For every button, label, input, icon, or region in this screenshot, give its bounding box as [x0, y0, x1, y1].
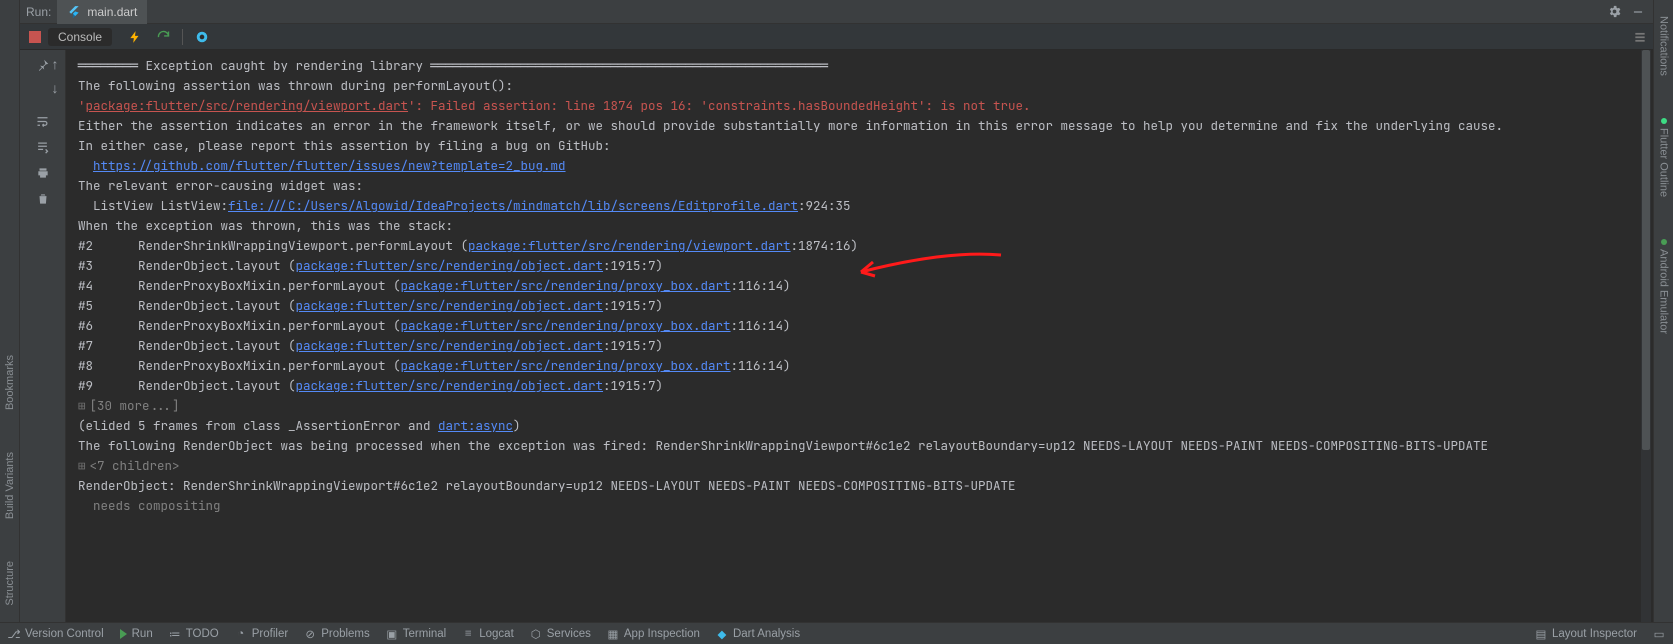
status-app-inspection[interactable]: ▦App Inspection [607, 628, 700, 640]
console-line: Either the assertion indicates an error … [78, 116, 1645, 136]
status-layout-inspector[interactable]: ▤Layout Inspector [1535, 628, 1637, 640]
status-terminal[interactable]: ▣Terminal [386, 628, 446, 640]
clear-icon[interactable] [34, 190, 52, 208]
console-line: RenderObject: RenderShrinkWrappingViewpo… [78, 476, 1645, 496]
console-line: needs compositing [78, 496, 1645, 516]
status-todo[interactable]: ≔TODO [169, 628, 219, 640]
console-line: The following assertion was thrown durin… [78, 76, 1645, 96]
stop-button[interactable] [26, 28, 44, 46]
rail-item-notifications[interactable]: Notifications [1658, 10, 1670, 82]
status-logcat[interactable]: ≡Logcat [462, 628, 514, 640]
expand-toolbar-icon[interactable] [1631, 28, 1649, 46]
console-line: #8 RenderProxyBoxMixin.performLayout (pa… [78, 356, 1645, 376]
console-line: ⊞[30 more...] [78, 396, 1645, 416]
console-line: ════════ Exception caught by rendering l… [78, 56, 1645, 76]
console-line: In either case, please report this asser… [78, 136, 1645, 156]
right-tool-rail: Notifications Flutter Outline Android Em… [1653, 0, 1673, 622]
console-line: 'package:flutter/src/rendering/viewport.… [78, 96, 1645, 116]
github-link[interactable]: https://github.com/flutter/flutter/issue… [93, 157, 566, 174]
console-line: #4 RenderProxyBoxMixin.performLayout (pa… [78, 276, 1645, 296]
scroll-to-end-icon[interactable] [34, 138, 52, 156]
rail-item-build-variants[interactable]: Build Variants [4, 446, 16, 525]
console-line: #2 RenderShrinkWrappingViewport.performL… [78, 236, 1645, 256]
print-icon[interactable] [34, 164, 52, 182]
down-arrow-icon[interactable]: ↓ [47, 80, 63, 96]
package-link[interactable]: package:flutter/src/rendering/object.dar… [296, 377, 604, 394]
rail-item-flutter-outline[interactable]: Flutter Outline [1658, 112, 1670, 203]
console-line: The relevant error-causing widget was: [78, 176, 1645, 196]
console-gutter [20, 50, 66, 622]
expand-toggle-icon[interactable]: ⊞ [78, 457, 86, 474]
console-line: When the exception was thrown, this was … [78, 216, 1645, 236]
package-link[interactable]: package:flutter/src/rendering/viewport.d… [86, 97, 409, 114]
status-run[interactable]: Run [120, 628, 153, 640]
console-line: #5 RenderObject.layout (package:flutter/… [78, 296, 1645, 316]
run-tab-label: main.dart [87, 5, 137, 19]
console-output[interactable]: ════════ Exception caught by rendering l… [66, 50, 1653, 622]
devtools-icon[interactable] [193, 28, 211, 46]
console-tab[interactable]: Console [48, 28, 112, 46]
file-link[interactable]: file:///C:/Users/Algowid/IdeaProjects/mi… [228, 197, 798, 214]
vertical-scrollbar[interactable] [1641, 50, 1651, 622]
dart-async-link[interactable]: dart:async [438, 417, 513, 434]
status-bar: ⎇Version Control Run ≔TODO ◔Profiler ⊘Pr… [0, 622, 1673, 644]
status-dart-analysis[interactable]: ◆Dart Analysis [716, 628, 800, 640]
status-version-control[interactable]: ⎇Version Control [8, 628, 104, 640]
settings-icon[interactable] [1605, 3, 1623, 21]
console-line: https://github.com/flutter/flutter/issue… [78, 156, 1645, 176]
console-line: (elided 5 frames from class _AssertionEr… [78, 416, 1645, 436]
status-problems[interactable]: ⊘Problems [304, 628, 370, 640]
package-link[interactable]: package:flutter/src/rendering/proxy_box.… [401, 317, 731, 334]
expand-toggle-icon[interactable]: ⊞ [78, 397, 86, 414]
play-icon [120, 629, 127, 639]
rail-item-bookmarks[interactable]: Bookmarks [4, 349, 16, 416]
run-topbar: Run: main.dart [20, 0, 1653, 24]
console-nav-gutter: ↑ ↓ [44, 50, 66, 96]
console-line: ⊞<7 children> [78, 456, 1645, 476]
hot-reload-icon[interactable] [126, 28, 144, 46]
hot-restart-icon[interactable] [154, 28, 172, 46]
console-line: #9 RenderObject.layout (package:flutter/… [78, 376, 1645, 396]
scrollbar-thumb[interactable] [1642, 50, 1650, 450]
rail-item-android-emulator[interactable]: Android Emulator [1658, 233, 1670, 340]
package-link[interactable]: package:flutter/src/rendering/object.dar… [296, 297, 604, 314]
package-link[interactable]: package:flutter/src/rendering/proxy_box.… [401, 357, 731, 374]
package-link[interactable]: package:flutter/src/rendering/object.dar… [296, 337, 604, 354]
console-line: #6 RenderProxyBoxMixin.performLayout (pa… [78, 316, 1645, 336]
flutter-icon [67, 5, 81, 19]
up-arrow-icon[interactable]: ↑ [47, 56, 63, 72]
status-services[interactable]: ⬡Services [530, 628, 591, 640]
package-link[interactable]: package:flutter/src/rendering/object.dar… [296, 257, 604, 274]
rail-item-structure[interactable]: Structure [4, 555, 16, 612]
package-link[interactable]: package:flutter/src/rendering/proxy_box.… [401, 277, 731, 294]
status-profiler[interactable]: ◔Profiler [235, 628, 288, 640]
package-link[interactable]: package:flutter/src/rendering/viewport.d… [468, 237, 791, 254]
status-event-log-icon[interactable]: ▭ [1653, 628, 1665, 640]
minimize-icon[interactable] [1629, 3, 1647, 21]
run-tab-main-dart[interactable]: main.dart [57, 0, 147, 24]
console-line: #7 RenderObject.layout (package:flutter/… [78, 336, 1645, 356]
left-tool-rail: Bookmarks Build Variants Structure [0, 0, 20, 622]
soft-wrap-icon[interactable] [34, 112, 52, 130]
console-line: ListView ListView:file:///C:/Users/Algow… [78, 196, 1645, 216]
console-toolbar: Console [20, 24, 1653, 50]
console-line: #3 RenderObject.layout (package:flutter/… [78, 256, 1645, 276]
run-label: Run: [26, 5, 51, 19]
console-line: The following RenderObject was being pro… [78, 436, 1645, 456]
